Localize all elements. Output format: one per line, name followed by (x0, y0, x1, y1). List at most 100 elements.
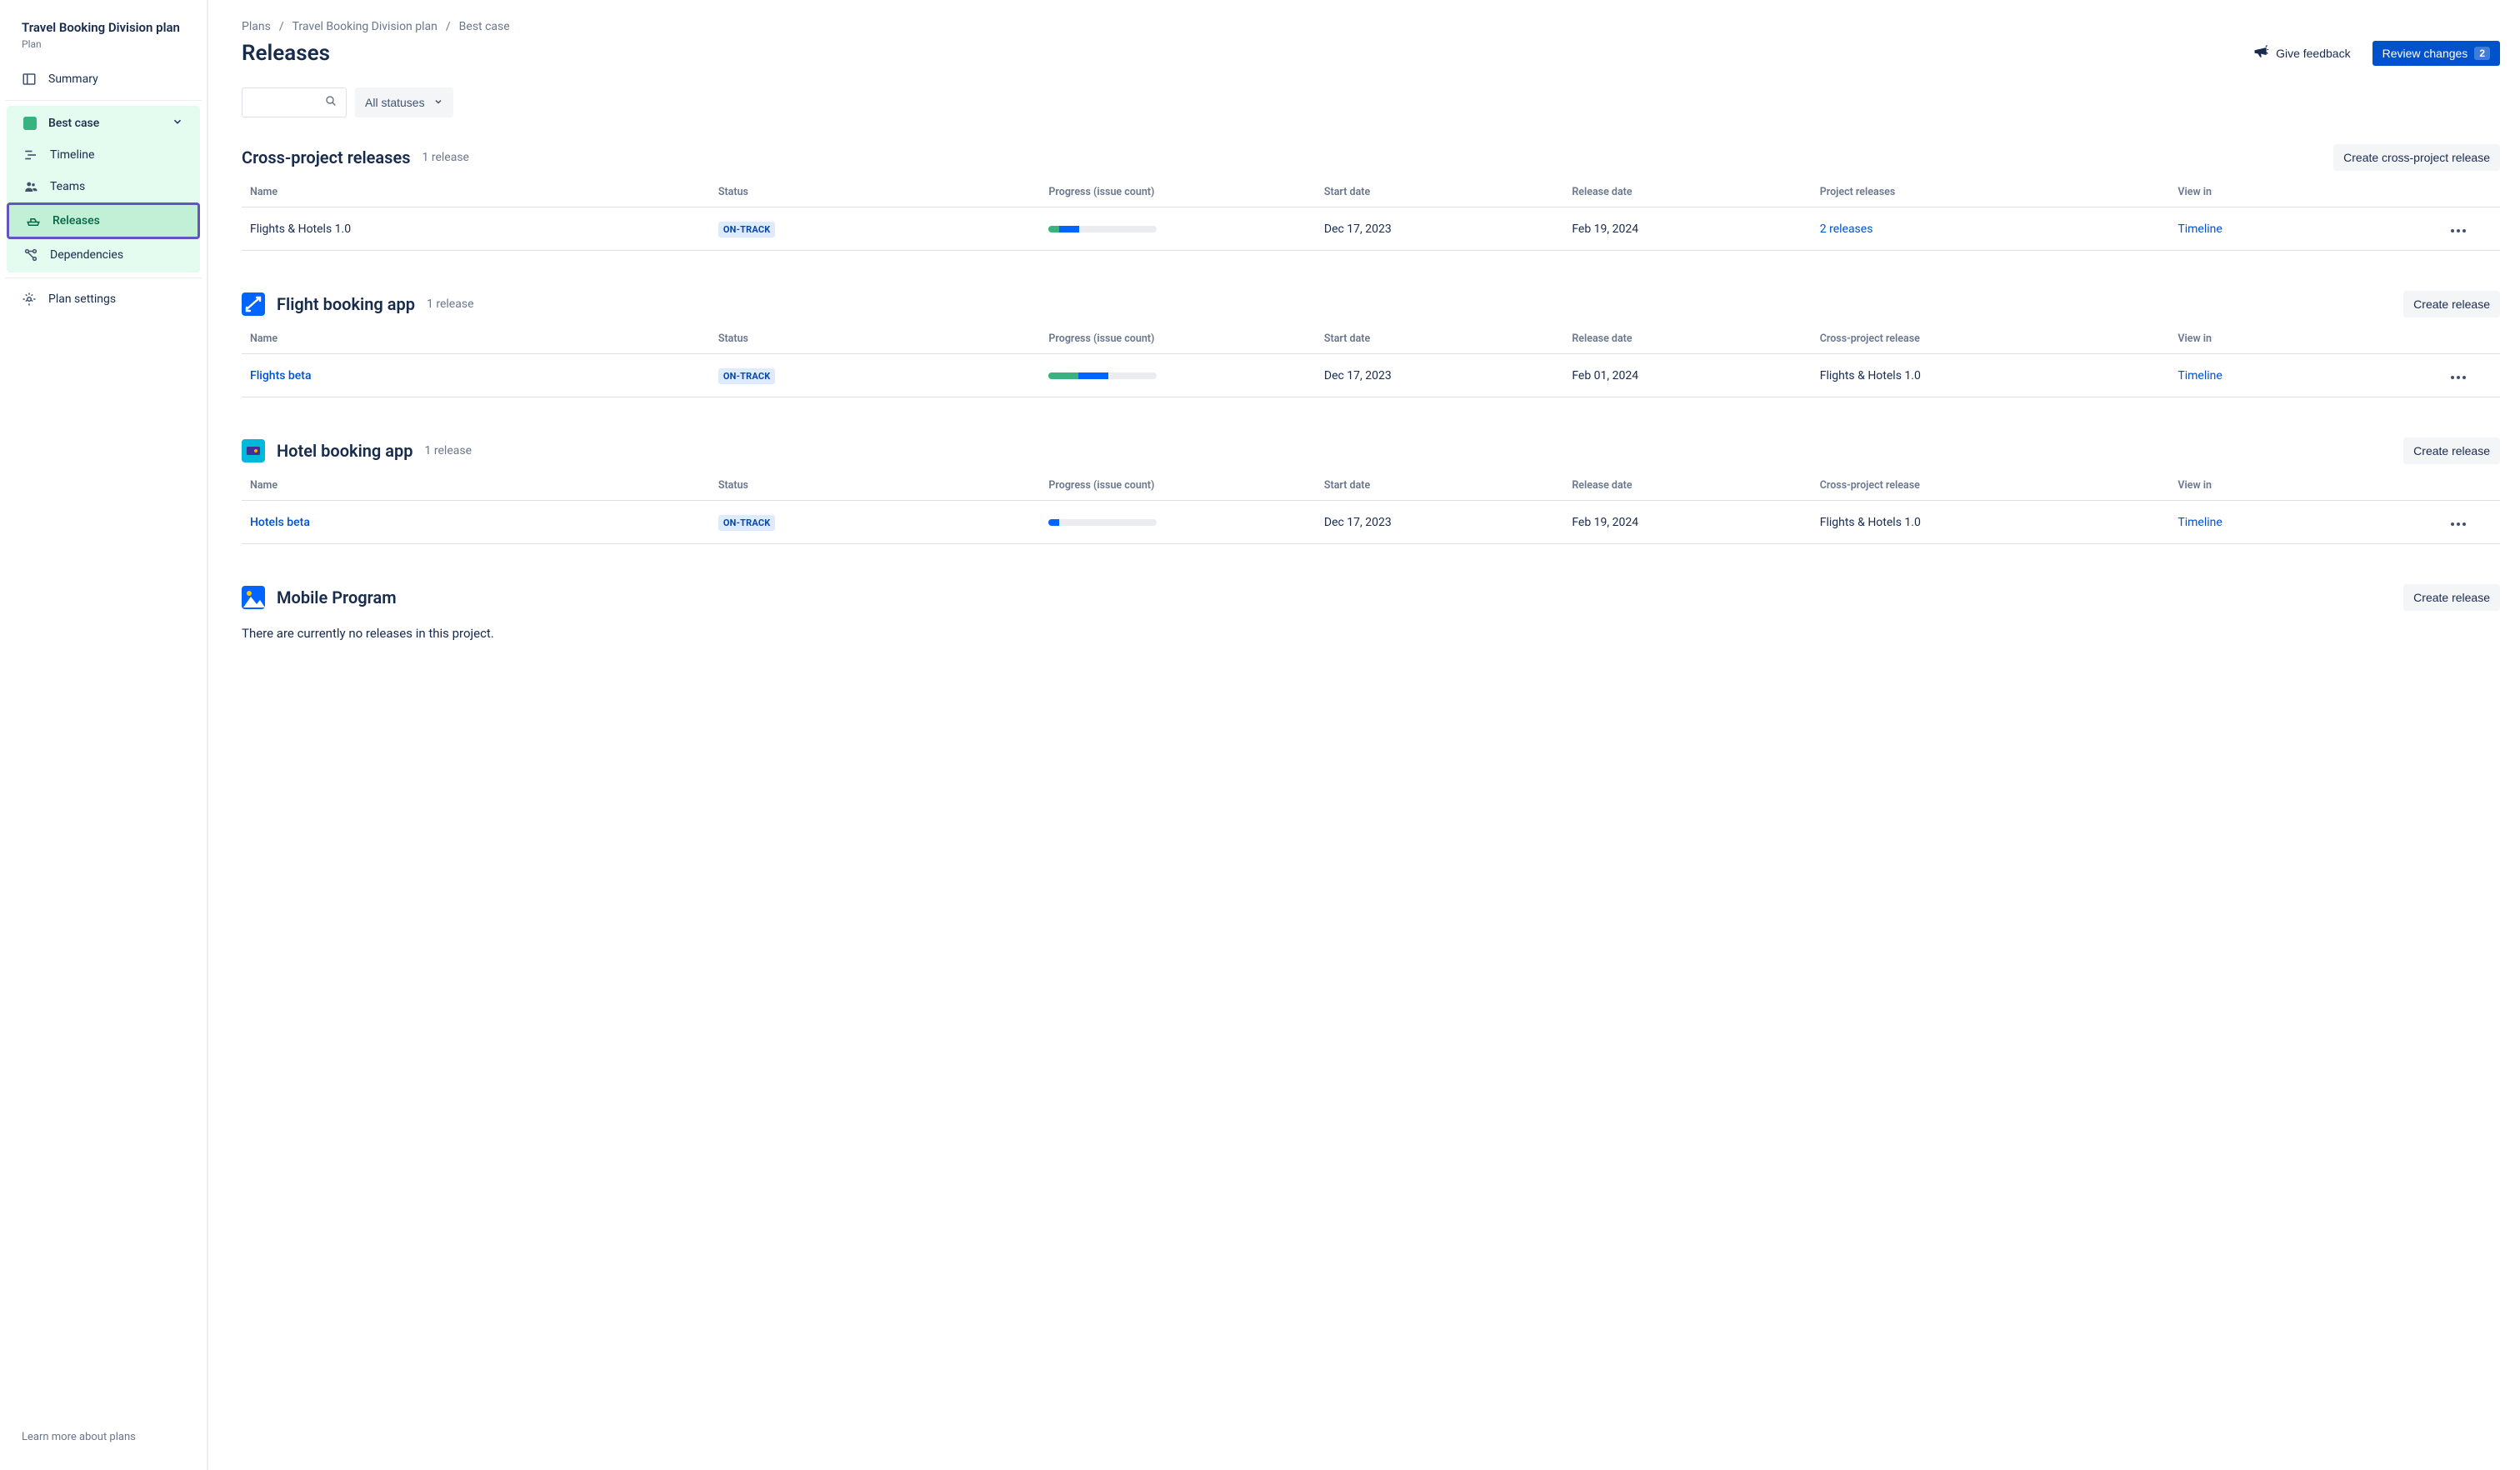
review-count-badge: 2 (2474, 47, 2490, 60)
filters-row: All statuses (242, 88, 2500, 118)
cell-project-releases: 2 releases (1812, 208, 2170, 251)
progress-bar (1048, 226, 1157, 232)
create-release-button[interactable]: Create release (2403, 438, 2500, 464)
cell-progress (1040, 208, 1315, 251)
col-status: Status (710, 472, 1041, 501)
divider (5, 100, 202, 101)
cell-name: Flights beta (242, 354, 710, 398)
breadcrumb: Plans / Travel Booking Division plan / B… (242, 20, 2500, 33)
cell-actions (2418, 208, 2500, 251)
col-status: Status (710, 326, 1041, 354)
release-count: 1 release (422, 151, 469, 164)
table-row: Flights beta ON-TRACK Dec 17, 2023 Feb 0… (242, 354, 2500, 398)
breadcrumb-sep: / (446, 20, 451, 33)
col-cross-project: Cross-project release (1812, 472, 2170, 501)
cell-release-date: Feb 19, 2024 (1563, 501, 1811, 544)
more-icon (2451, 376, 2466, 379)
project-releases-link[interactable]: 2 releases (1820, 222, 1873, 236)
section-title: Cross-project releases (242, 148, 411, 168)
col-actions (2418, 326, 2500, 354)
col-release: Release date (1563, 326, 1811, 354)
give-feedback-button[interactable]: Give feedback (2246, 38, 2358, 68)
progress-done (1048, 372, 1078, 379)
section-title: Hotel booking app (277, 441, 413, 461)
timeline-icon (23, 148, 38, 162)
breadcrumb-plan-name[interactable]: Travel Booking Division plan (292, 20, 438, 33)
breadcrumb-sep: / (279, 20, 284, 33)
main-content: Plans / Travel Booking Division plan / B… (208, 0, 2520, 1470)
page-header: Releases Give feedback Review changes 2 (242, 38, 2500, 68)
header-actions: Give feedback Review changes 2 (2246, 38, 2500, 68)
table-header-row: Name Status Progress (issue count) Start… (242, 179, 2500, 208)
megaphone-icon (2252, 43, 2269, 62)
sidebar-item-summary[interactable]: Summary (5, 63, 202, 95)
scenario-color-icon (23, 117, 37, 130)
empty-state-message: There are currently no releases in this … (242, 619, 2500, 674)
release-name-link[interactable]: Flights beta (250, 369, 312, 382)
cell-view-in: Timeline (2169, 208, 2417, 251)
create-release-button[interactable]: Create release (2403, 584, 2500, 611)
gear-icon (22, 292, 37, 307)
status-badge: ON-TRACK (718, 368, 776, 384)
breadcrumb-plans[interactable]: Plans (242, 20, 271, 33)
section-header-hotel: Hotel booking app 1 release Create relea… (242, 438, 2500, 464)
search-input[interactable] (242, 88, 347, 118)
col-start: Start date (1316, 472, 1563, 501)
progress-inprogress (1078, 372, 1108, 379)
cell-cross-project: Flights & Hotels 1.0 (1812, 501, 2170, 544)
project-icon-mobile (242, 586, 265, 609)
ship-icon (26, 213, 41, 228)
cell-release-date: Feb 01, 2024 (1563, 354, 1811, 398)
col-release: Release date (1563, 179, 1811, 208)
chevron-down-icon (172, 116, 183, 131)
release-name-link[interactable]: Hotels beta (250, 516, 310, 529)
chevron-down-icon (433, 96, 443, 109)
sidebar-item-best-case[interactable]: Best case (7, 108, 200, 139)
sidebar-footer-link[interactable]: Learn more about plans (5, 1418, 202, 1457)
cell-name: Hotels beta (242, 501, 710, 544)
release-table-cross-project: Name Status Progress (issue count) Start… (242, 179, 2500, 251)
section-title: Flight booking app (277, 294, 415, 314)
people-icon (23, 179, 38, 194)
col-status: Status (710, 179, 1041, 208)
project-icon-hotel (242, 439, 265, 462)
breadcrumb-scenario[interactable]: Best case (459, 20, 510, 33)
timeline-link[interactable]: Timeline (2178, 516, 2222, 529)
more-actions-button[interactable] (2448, 219, 2469, 238)
col-cross-project: Cross-project release (1812, 326, 2170, 354)
section-title: Mobile Program (277, 588, 397, 608)
search-icon (324, 94, 338, 111)
search-field[interactable] (251, 96, 324, 109)
sidebar-item-teams[interactable]: Teams (7, 171, 200, 202)
more-icon (2451, 522, 2466, 526)
status-filter-button[interactable]: All statuses (355, 88, 453, 118)
create-release-button[interactable]: Create release (2403, 291, 2500, 318)
section-header-flight: Flight booking app 1 release Create rele… (242, 291, 2500, 318)
sidebar-item-releases[interactable]: Releases (7, 202, 200, 239)
more-icon (2451, 229, 2466, 232)
cell-cross-project: Flights & Hotels 1.0 (1812, 354, 2170, 398)
review-changes-button[interactable]: Review changes 2 (2372, 41, 2500, 66)
release-table-hotel: Name Status Progress (issue count) Start… (242, 472, 2500, 544)
sidebar: Travel Booking Division plan Plan Summar… (0, 0, 208, 1470)
col-view-in: View in (2169, 179, 2417, 208)
col-name: Name (242, 326, 710, 354)
cell-actions (2418, 501, 2500, 544)
cell-progress (1040, 354, 1315, 398)
release-table-flight: Name Status Progress (issue count) Start… (242, 326, 2500, 398)
cell-view-in: Timeline (2169, 354, 2417, 398)
timeline-link[interactable]: Timeline (2178, 369, 2222, 382)
more-actions-button[interactable] (2448, 512, 2469, 532)
sidebar-item-settings[interactable]: Plan settings (5, 283, 202, 315)
timeline-link[interactable]: Timeline (2178, 222, 2222, 236)
cell-start-date: Dec 17, 2023 (1316, 354, 1563, 398)
table-row: Flights & Hotels 1.0 ON-TRACK Dec 17, 20… (242, 208, 2500, 251)
sidebar-item-dependencies[interactable]: Dependencies (7, 239, 200, 271)
sidebar-item-timeline[interactable]: Timeline (7, 139, 200, 171)
col-progress: Progress (issue count) (1040, 472, 1315, 501)
create-cross-project-release-button[interactable]: Create cross-project release (2333, 144, 2500, 171)
sidebar-item-label: Best case (48, 117, 99, 130)
progress-done (1048, 226, 1059, 232)
progress-bar (1048, 519, 1157, 526)
more-actions-button[interactable] (2448, 366, 2469, 385)
